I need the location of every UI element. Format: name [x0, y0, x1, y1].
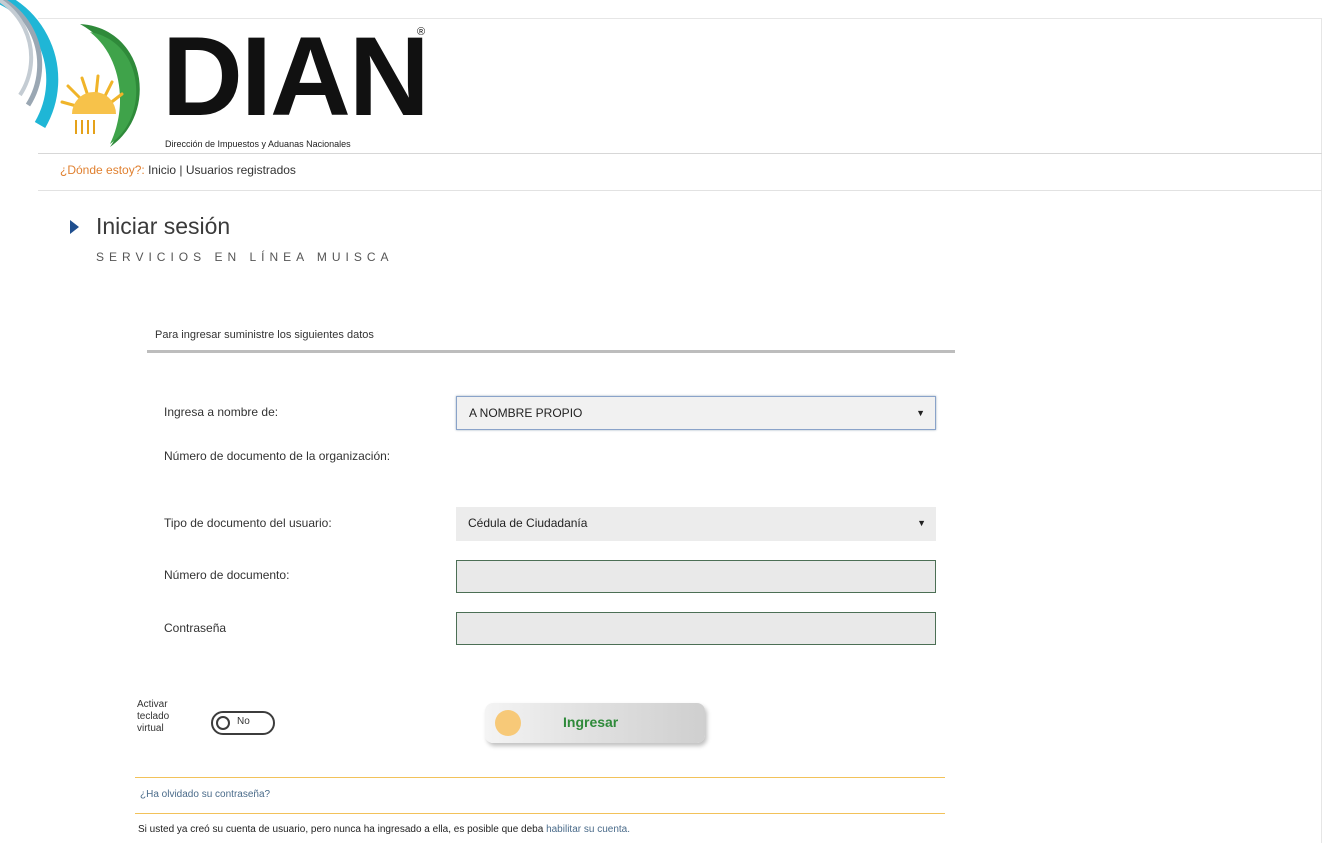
on-behalf-label: Ingresa a nombre de: [164, 405, 279, 419]
toggle-knob [216, 716, 230, 730]
breadcrumb-separator: | [179, 163, 183, 177]
enable-account-note: Si usted ya creó su cuenta de usuario, p… [138, 824, 630, 835]
breadcrumb: ¿Dónde estoy?: Inicio | Usuarios registr… [60, 163, 296, 177]
dropdown-arrow-icon: ▼ [917, 518, 926, 528]
dropdown-arrow-icon: ▼ [916, 408, 925, 418]
ingresar-button[interactable]: Ingresar [485, 703, 705, 743]
forgot-password-link[interactable]: ¿Ha olvidado su contraseña? [140, 789, 270, 800]
footer-divider-bottom [135, 813, 945, 814]
logo-subtitle: Dirección de Impuestos y Aduanas Naciona… [165, 139, 351, 149]
page-subtitle: SERVICIOS EN LÍNEA MUISCA [96, 250, 394, 264]
password-input[interactable] [456, 612, 936, 645]
virtual-keyboard-toggle[interactable]: No [211, 711, 275, 735]
title-arrow-icon [70, 220, 79, 234]
logo-registered-mark: ® [417, 26, 426, 38]
header-divider [38, 153, 1322, 154]
doc-number-label: Número de documento: [164, 568, 290, 582]
footer-divider-top [135, 777, 945, 778]
dian-login-page: DIAN ® Dirección de Impuestos y Aduanas … [0, 0, 1333, 843]
sun-icon [495, 710, 521, 736]
form-intro-text: Para ingresar suministre los siguientes … [155, 329, 374, 341]
breadcrumb-prefix: ¿Dónde estoy?: [60, 163, 145, 177]
dian-logo: DIAN ® Dirección de Impuestos y Aduanas … [50, 14, 470, 152]
toggle-state-text: No [237, 716, 250, 727]
doc-type-label: Tipo de documento del usuario: [164, 516, 332, 530]
doc-type-select[interactable]: Cédula de Ciudadanía ▼ [456, 507, 936, 541]
page-title: Iniciar sesión [96, 213, 231, 239]
breadcrumb-home-link[interactable]: Inicio [148, 163, 176, 177]
form-header-divider [147, 350, 955, 353]
org-document-label: Número de documento de la organización: [164, 449, 391, 463]
ingresar-button-label: Ingresar [563, 714, 619, 730]
breadcrumb-divider [38, 190, 1322, 191]
password-label: Contraseña [164, 621, 227, 635]
virtual-keyboard-label: Activar teclado virtual [137, 699, 170, 734]
frame-right-border [1321, 18, 1322, 843]
breadcrumb-current: Usuarios registrados [185, 163, 296, 177]
enable-account-note-text: Si usted ya creó su cuenta de usuario, p… [138, 824, 547, 835]
on-behalf-selected-value: A NOMBRE PROPIO [469, 406, 583, 420]
doc-number-input[interactable] [456, 560, 936, 593]
dian-sun-emblem-icon [60, 24, 140, 147]
doc-type-selected-value: Cédula de Ciudadanía [468, 516, 588, 530]
enable-account-link[interactable]: habilitar su cuenta. [546, 824, 630, 835]
logo-wordmark: DIAN [162, 14, 430, 139]
on-behalf-select[interactable]: A NOMBRE PROPIO ▼ [456, 396, 936, 430]
